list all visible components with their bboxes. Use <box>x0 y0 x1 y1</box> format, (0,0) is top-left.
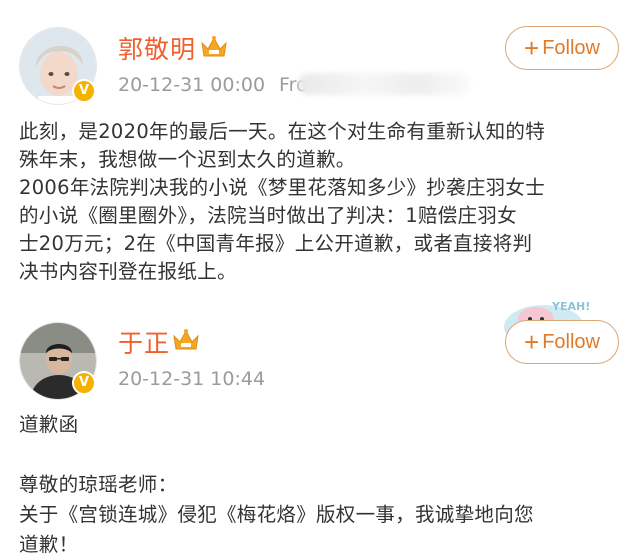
follow-button[interactable]: + Follow <box>505 26 619 70</box>
text-line: 尊敬的琼瑶老师： <box>19 473 178 496</box>
text-line: 士20万元；2在《中国青年报》上公开道歉，或者直接将判 <box>19 232 533 255</box>
text-line: 此刻，是2020年的最后一天。在这个对生命有重新认知的特 <box>19 120 546 143</box>
username[interactable]: 于正 <box>118 324 170 360</box>
plus-icon: + <box>524 327 540 357</box>
post-meta: 20-12-31 10:44 <box>118 368 265 390</box>
vip-crown-icon <box>173 329 199 350</box>
follow-button[interactable]: + Follow <box>505 320 619 364</box>
text-line: 道歉函 <box>19 413 79 436</box>
timestamp: 20-12-31 10:44 <box>118 368 266 390</box>
username[interactable]: 郭敬明 <box>118 30 196 66</box>
text-line: 殊年末，我想做一个迟到太久的道歉。 <box>19 148 356 171</box>
post-text: 此刻，是2020年的最后一天。在这个对生命有重新认知的特 殊年末，我想做一个迟到… <box>19 118 628 286</box>
weibo-post-2: V 于正 20-12-31 10:44 + Follow 道歉函 尊敬的琼瑶老师：… <box>0 310 640 559</box>
follow-label: Follow <box>542 330 600 353</box>
post-meta: 20-12-31 00:00From <box>118 74 326 96</box>
vip-crown-icon <box>201 36 227 57</box>
text-line <box>19 440 628 470</box>
text-line: 决书内容刊登在报纸上。 <box>19 260 237 283</box>
follow-label: Follow <box>542 36 600 59</box>
verified-v-icon: V <box>72 79 96 103</box>
blurred-source <box>298 73 470 95</box>
plus-icon: + <box>524 33 540 63</box>
timestamp: 20-12-31 00:00 <box>118 74 266 96</box>
weibo-post-1: V 郭敬明 20-12-31 00:00From +Follow 此刻，是202… <box>0 0 640 310</box>
text-line: 道歉！ <box>19 533 79 556</box>
post-text: 道歉函 尊敬的琼瑶老师： 关于《宫锁连城》侵犯《梅花烙》版权一事，我诚挚地向您 … <box>19 410 628 560</box>
verified-v-icon: V <box>72 371 96 395</box>
text-line: 关于《宫锁连城》侵犯《梅花烙》版权一事，我诚挚地向您 <box>19 503 534 526</box>
text-line: 的小说《圈里圈外》，法院当时做出了判决：1赔偿庄羽女 <box>19 204 517 227</box>
text-line: 2006年法院判决我的小说《梦里花落知多少》抄袭庄羽女士 <box>19 176 546 199</box>
